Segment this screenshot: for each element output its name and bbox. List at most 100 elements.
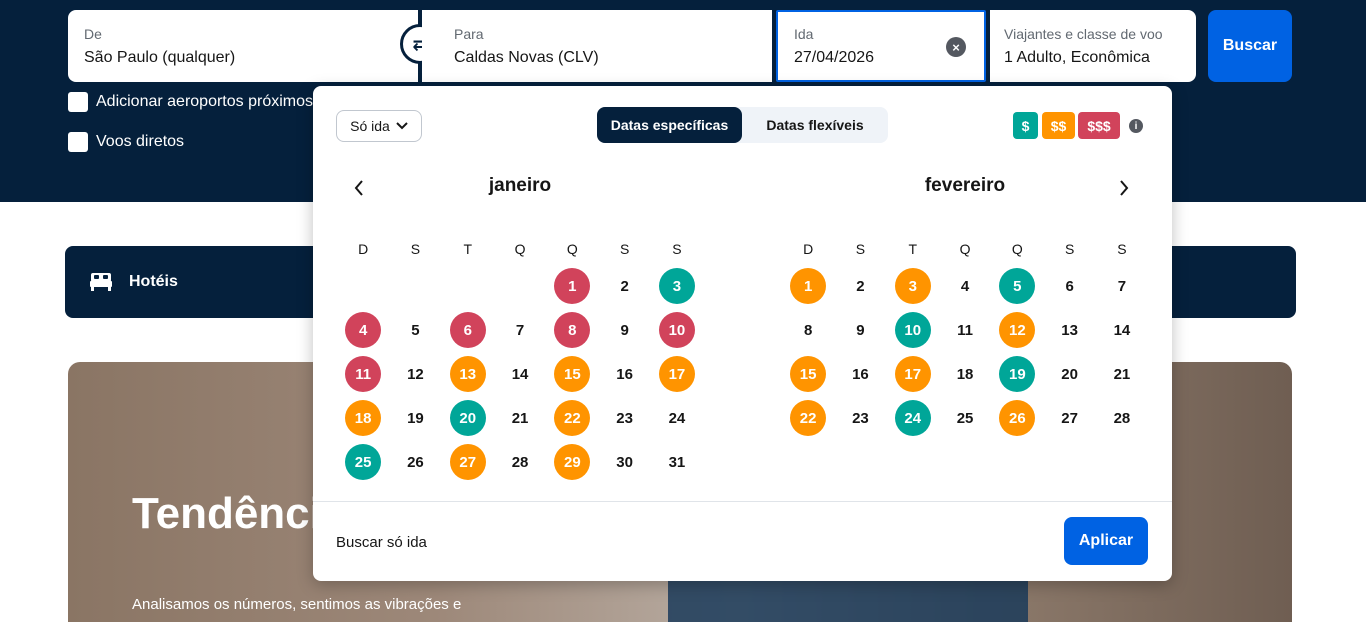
day-cell[interactable]: 31 [651, 444, 703, 488]
day-number: 31 [668, 453, 686, 471]
day-cell[interactable]: 13 [1043, 312, 1095, 356]
destination-field[interactable]: Para Caldas Novas (CLV) [422, 10, 772, 82]
tab-specific-dates[interactable]: Datas específicas [597, 107, 742, 143]
day-cell[interactable]: 25 [939, 400, 991, 444]
day-cell[interactable]: 24 [651, 400, 703, 444]
divider [313, 501, 1172, 502]
day-cell[interactable]: 28 [494, 444, 546, 488]
weekday-label: S [410, 241, 421, 257]
day-cell[interactable]: 3 [887, 268, 939, 312]
day-cell[interactable]: 3 [651, 268, 703, 312]
day-cell[interactable]: 14 [494, 356, 546, 400]
departure-date-field[interactable]: Ida 27/04/2026 × [776, 10, 986, 82]
day-number: 22 [790, 400, 827, 436]
bed-icon [90, 273, 112, 291]
day-cell[interactable]: 11 [337, 356, 389, 400]
day-number: 10 [894, 312, 931, 348]
day-cell[interactable]: 23 [834, 400, 886, 444]
search-button[interactable]: Buscar [1208, 10, 1292, 82]
day-cell[interactable]: 21 [1096, 356, 1148, 400]
day-number: 26 [407, 453, 424, 471]
origin-value: São Paulo (qualquer) [84, 49, 236, 66]
day-cell[interactable]: 11 [939, 312, 991, 356]
day-cell[interactable]: 8 [782, 312, 834, 356]
day-cell[interactable]: 9 [834, 312, 886, 356]
empty-day-cell [337, 268, 389, 312]
day-cell[interactable]: 24 [887, 400, 939, 444]
day-cell[interactable]: 16 [598, 356, 650, 400]
days-grid: 1 2 3 4 5 6 7 8 9 10 11 12 13 14 15 16 17 18 19 20 21 22 23 24 2… [337, 268, 703, 488]
travelers-field[interactable]: Viajantes e classe de voo 1 Adulto, Econ… [990, 10, 1196, 82]
day-cell[interactable]: 4 [337, 312, 389, 356]
day-cell[interactable]: 19 [991, 356, 1043, 400]
day-cell[interactable]: 27 [442, 444, 494, 488]
day-cell[interactable]: 28 [1096, 400, 1148, 444]
day-number: 16 [852, 365, 869, 383]
trip-type-select[interactable]: Só ida [336, 110, 422, 142]
day-cell[interactable]: 30 [598, 444, 650, 488]
destination-value: Caldas Novas (CLV) [454, 49, 599, 66]
day-number: 30 [616, 453, 633, 471]
day-cell[interactable]: 25 [337, 444, 389, 488]
day-number: 24 [668, 409, 686, 427]
day-cell[interactable]: 6 [442, 312, 494, 356]
day-cell[interactable]: 26 [991, 400, 1043, 444]
day-cell[interactable]: 10 [887, 312, 939, 356]
tab-flexible-dates[interactable]: Datas flexíveis [742, 107, 888, 143]
direct-flights-label: Voos diretos [96, 133, 185, 150]
day-cell[interactable]: 2 [598, 268, 650, 312]
clear-date-icon[interactable]: × [946, 37, 966, 57]
departure-date-value: 27/04/2026 [794, 49, 875, 66]
day-number: 11 [345, 356, 382, 392]
day-cell[interactable]: 5 [991, 268, 1043, 312]
day-cell[interactable]: 7 [494, 312, 546, 356]
weekday-label: Q [514, 241, 526, 257]
day-cell[interactable]: 10 [651, 312, 703, 356]
apply-button[interactable]: Aplicar [1064, 517, 1148, 565]
day-cell[interactable]: 6 [1043, 268, 1095, 312]
day-cell[interactable]: 22 [546, 400, 598, 444]
day-cell[interactable]: 1 [546, 268, 598, 312]
day-cell[interactable]: 5 [389, 312, 441, 356]
day-cell[interactable]: 26 [389, 444, 441, 488]
day-cell[interactable]: 21 [494, 400, 546, 444]
day-number: 9 [620, 321, 629, 339]
date-mode-toggle: Datas específicas Datas flexíveis [597, 107, 888, 143]
day-cell[interactable]: 23 [598, 400, 650, 444]
day-cell[interactable]: 4 [939, 268, 991, 312]
info-icon[interactable]: i [1129, 119, 1143, 133]
day-cell[interactable]: 15 [546, 356, 598, 400]
day-cell[interactable]: 2 [834, 268, 886, 312]
direct-flights-checkbox[interactable] [68, 132, 88, 152]
day-cell[interactable]: 20 [442, 400, 494, 444]
nearby-airports-option[interactable]: Adicionar aeroportos próximos [68, 92, 313, 112]
day-cell[interactable]: 27 [1043, 400, 1095, 444]
day-number: 13 [449, 356, 486, 392]
day-cell[interactable]: 19 [389, 400, 441, 444]
day-cell[interactable]: 14 [1096, 312, 1148, 356]
day-number: 3 [658, 268, 695, 304]
day-cell[interactable]: 9 [598, 312, 650, 356]
day-cell[interactable]: 18 [337, 400, 389, 444]
day-number: 10 [658, 312, 695, 348]
day-cell[interactable]: 17 [651, 356, 703, 400]
day-cell[interactable]: 12 [389, 356, 441, 400]
day-cell[interactable]: 1 [782, 268, 834, 312]
day-cell[interactable]: 20 [1043, 356, 1095, 400]
origin-field[interactable]: De São Paulo (qualquer) [68, 10, 418, 82]
price-key-high: $$$ [1078, 112, 1120, 139]
day-cell[interactable]: 29 [546, 444, 598, 488]
day-cell[interactable]: 15 [782, 356, 834, 400]
day-number: 3 [894, 268, 931, 304]
day-cell[interactable]: 17 [887, 356, 939, 400]
nearby-airports-checkbox[interactable] [68, 92, 88, 112]
day-cell[interactable]: 12 [991, 312, 1043, 356]
direct-flights-option[interactable]: Voos diretos [68, 132, 184, 152]
day-cell[interactable]: 8 [546, 312, 598, 356]
day-cell[interactable]: 18 [939, 356, 991, 400]
day-cell[interactable]: 22 [782, 400, 834, 444]
day-cell[interactable]: 16 [834, 356, 886, 400]
day-cell[interactable]: 13 [442, 356, 494, 400]
day-cell[interactable]: 7 [1096, 268, 1148, 312]
hero-subtitle: Analisamos os números, sentimos as vibra… [132, 596, 462, 613]
